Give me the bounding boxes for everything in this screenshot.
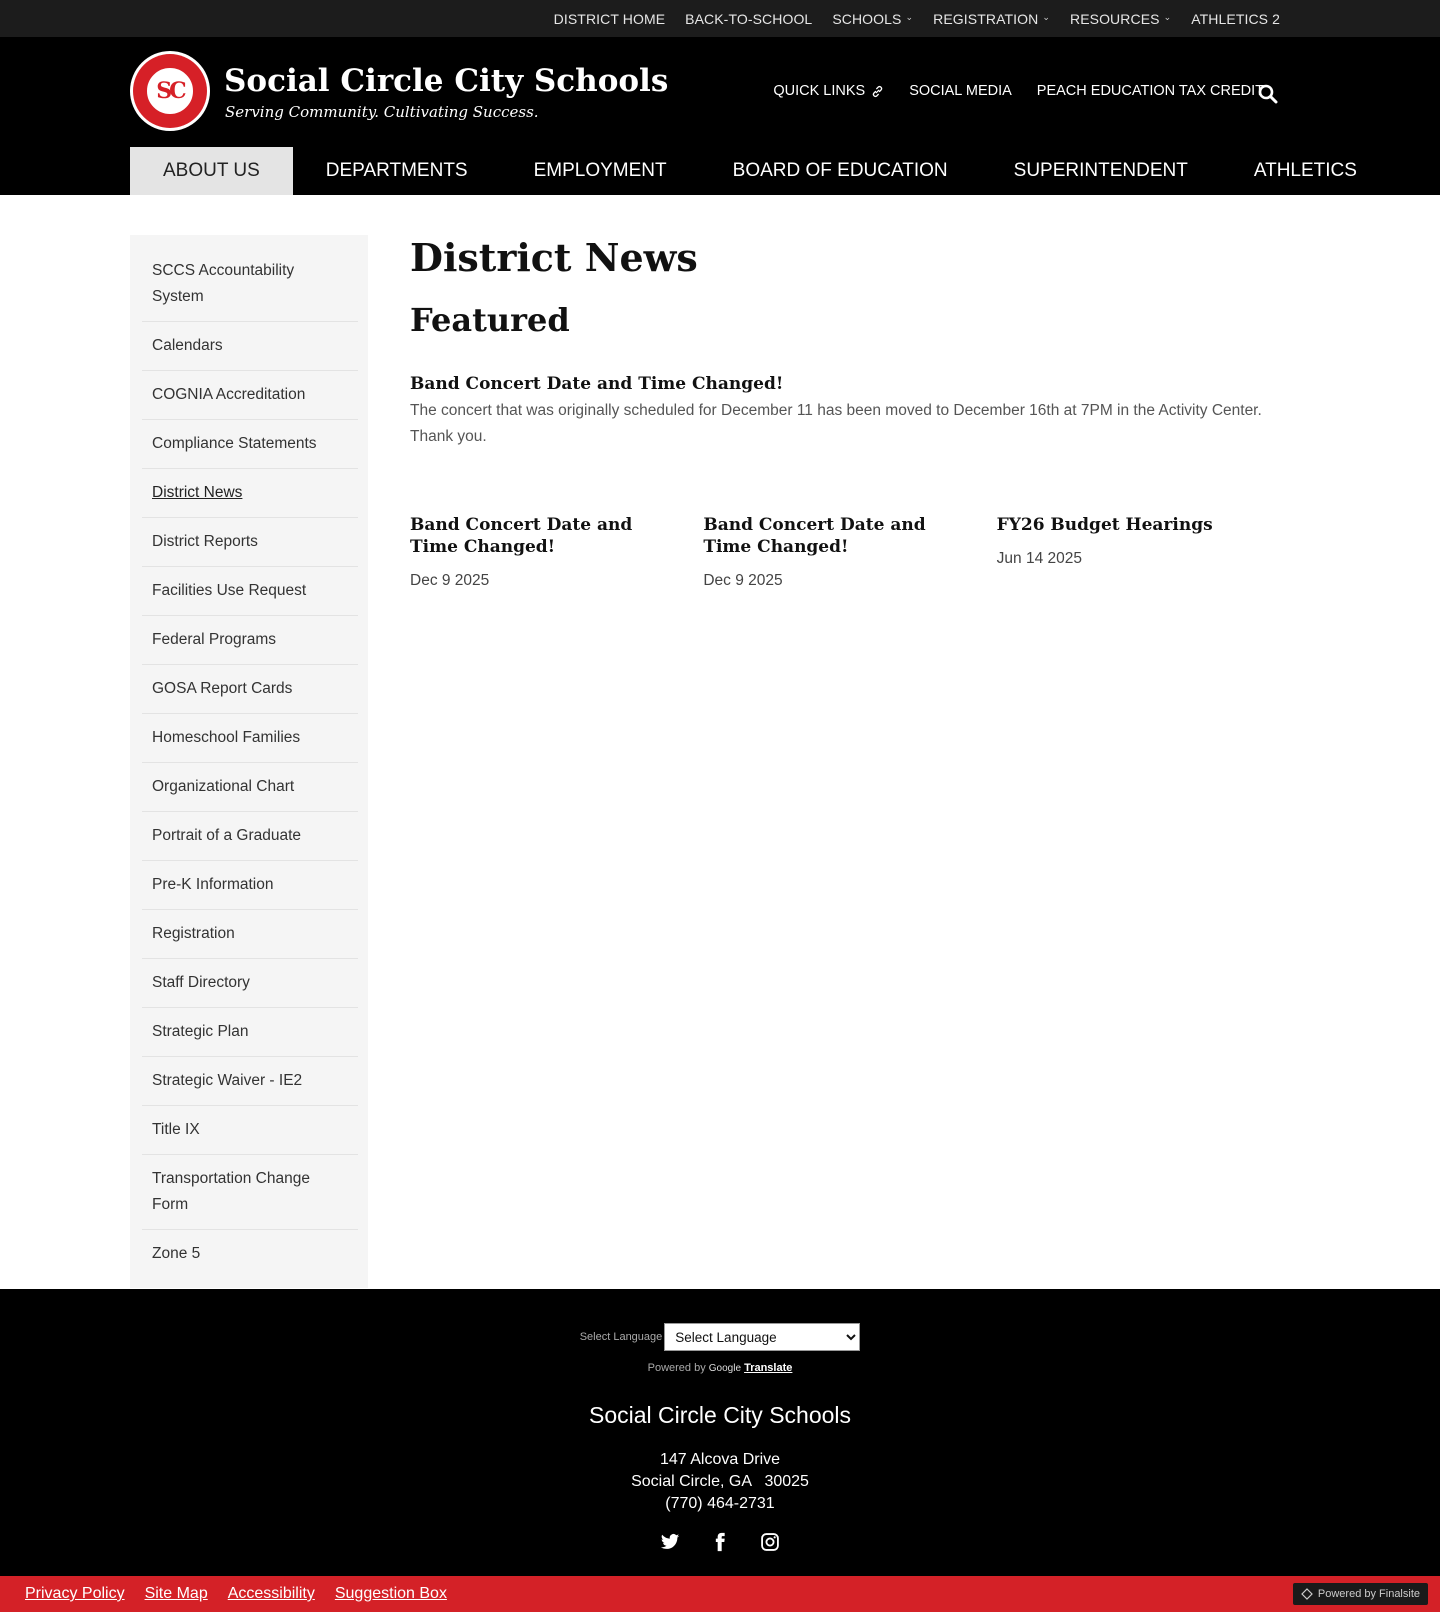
sidebar-item-registration[interactable]: Registration	[142, 910, 358, 959]
footer-bottom-bar: Privacy Policy Site Map Accessibility Su…	[0, 1576, 1440, 1612]
accessibility-link[interactable]: Accessibility	[228, 1585, 315, 1603]
site-title[interactable]: Social Circle City Schools	[224, 63, 668, 99]
instagram-icon[interactable]	[760, 1532, 780, 1552]
news-card-title[interactable]: Band Concert Date and Time Changed!	[410, 514, 679, 558]
nav-about-us[interactable]: ABOUT US	[130, 147, 293, 195]
news-card: Band Concert Date and Time Changed! Dec …	[410, 514, 703, 590]
finalsite-icon	[1301, 1588, 1313, 1600]
featured-heading: Featured	[410, 301, 570, 339]
sidebar-item-gosa-report-cards[interactable]: GOSA Report Cards	[142, 665, 358, 714]
language-select[interactable]: Select Language	[664, 1323, 861, 1351]
news-card-date: Jun 14 2025	[996, 550, 1082, 567]
logo-monogram: SC	[156, 78, 186, 104]
main-content: District News Featured Band Concert Date…	[410, 232, 1290, 590]
sidebar-item-portrait-of-a-graduate[interactable]: Portrait of a Graduate	[142, 812, 358, 861]
news-card: Band Concert Date and Time Changed! Dec …	[703, 514, 996, 590]
sidebar-item-homeschool-families[interactable]: Homeschool Families	[142, 714, 358, 763]
search-icon[interactable]	[1258, 84, 1278, 104]
nav-employment[interactable]: EMPLOYMENT	[501, 147, 700, 195]
news-card-date: Dec 9 2025	[410, 572, 490, 589]
sidebar-item-title-ix[interactable]: Title IX	[142, 1106, 358, 1155]
link-icon	[872, 85, 883, 97]
sidebar-item-staff-directory[interactable]: Staff Directory	[142, 959, 358, 1008]
sidebar-item-calendars[interactable]: Calendars	[142, 322, 358, 371]
translate-link[interactable]: Translate	[744, 1362, 792, 1374]
sidebar-item-sccs-accountability-system[interactable]: SCCS Accountability System	[142, 247, 358, 322]
nav-athletics[interactable]: ATHLETICS	[1221, 147, 1390, 195]
google-logo: Google	[708, 1363, 742, 1374]
footer-district-name: Social Circle City Schools	[588, 1402, 852, 1428]
suggestion-box-link[interactable]: Suggestion Box	[335, 1585, 447, 1603]
news-card: FY26 Budget Hearings Jun 14 2025	[997, 514, 1290, 590]
header-links: QUICK LINKS SOCIAL MEDIA PEACH EDUCATION…	[773, 83, 1264, 99]
main-nav: ABOUT US DEPARTMENTS EMPLOYMENT BOARD OF…	[130, 147, 1390, 195]
sidebar-item-district-news[interactable]: District News	[142, 469, 358, 518]
featured-article-title[interactable]: Band Concert Date and Time Changed!	[410, 374, 1290, 394]
utility-link-district-home[interactable]: DISTRICT HOME	[554, 11, 666, 27]
site-footer: Select Language Select Language Powered …	[0, 1289, 1440, 1576]
news-card-date: Dec 9 2025	[703, 572, 783, 589]
chevron-down-icon: ⌄	[1163, 12, 1172, 22]
news-list: Band Concert Date and Time Changed! Dec …	[410, 514, 1290, 590]
news-card-title[interactable]: Band Concert Date and Time Changed!	[703, 514, 972, 558]
sidebar-item-district-reports[interactable]: District Reports	[142, 518, 358, 567]
social-links	[0, 1532, 1440, 1552]
logo-inner: SC	[145, 66, 195, 116]
sidebar-item-zone-5[interactable]: Zone 5	[142, 1230, 358, 1278]
address-line-1: 147 Alcova Drive	[659, 1451, 781, 1468]
utility-link-back-to-school[interactable]: BACK-TO-SCHOOL	[685, 11, 812, 27]
quick-links-button[interactable]: QUICK LINKS	[773, 83, 884, 99]
finalsite-badge[interactable]: Powered by Finalsite	[1292, 1583, 1428, 1605]
footer-address: 147 Alcova Drive Social Circle, GA 30025…	[0, 1449, 1440, 1515]
site-tagline: Serving Community. Cultivating Success.	[225, 103, 539, 121]
social-media-button[interactable]: SOCIAL MEDIA	[909, 83, 1012, 99]
page-title: District News	[410, 235, 698, 280]
translate-label: Select Language	[579, 1331, 663, 1343]
utility-link-registration[interactable]: REGISTRATION ⌄	[933, 11, 1050, 27]
site-map-link[interactable]: Site Map	[145, 1585, 208, 1603]
utility-bar: DISTRICT HOME BACK-TO-SCHOOL SCHOOLS ⌄ RE…	[0, 0, 1440, 37]
translate-widget: Select Language Select Language	[0, 1323, 1440, 1351]
sidebar-item-transportation-change-form[interactable]: Transportation Change Form	[142, 1155, 358, 1230]
news-card-title[interactable]: FY26 Budget Hearings	[997, 514, 1266, 536]
chevron-down-icon: ⌄	[1042, 12, 1050, 22]
sidebar-item-compliance-statements[interactable]: Compliance Statements	[142, 420, 358, 469]
logo-ring: SC	[133, 54, 207, 128]
peach-tax-credit-link[interactable]: PEACH EDUCATION TAX CREDIT	[1037, 83, 1264, 99]
privacy-policy-link[interactable]: Privacy Policy	[25, 1585, 125, 1603]
sidebar-nav: SCCS Accountability System Calendars COG…	[130, 235, 368, 1288]
featured-article-body: The concert that was originally schedule…	[410, 402, 1262, 445]
utility-nav: DISTRICT HOME BACK-TO-SCHOOL SCHOOLS ⌄ RE…	[554, 0, 1280, 37]
sidebar-item-facilities-use-request[interactable]: Facilities Use Request	[142, 567, 358, 616]
site-header: SC Social Circle City Schools Serving Co…	[0, 37, 1440, 195]
sidebar-item-strategic-waiver[interactable]: Strategic Waiver - IE2	[142, 1057, 358, 1106]
district-logo[interactable]: SC	[130, 51, 210, 131]
footer-legal-links: Privacy Policy Site Map Accessibility Su…	[25, 1576, 447, 1612]
chevron-down-icon: ⌄	[905, 12, 914, 22]
sidebar-item-federal-programs[interactable]: Federal Programs	[142, 616, 358, 665]
address-line-2: Social Circle, GA 30025	[631, 1473, 809, 1490]
sidebar-item-strategic-plan[interactable]: Strategic Plan	[142, 1008, 358, 1057]
sidebar-item-cognia-accreditation[interactable]: COGNIA Accreditation	[142, 371, 358, 420]
nav-departments[interactable]: DEPARTMENTS	[293, 147, 501, 195]
utility-link-resources[interactable]: RESOURCES ⌄	[1070, 11, 1171, 27]
sidebar-item-pre-k-information[interactable]: Pre-K Information	[142, 861, 358, 910]
nav-board-of-education[interactable]: BOARD OF EDUCATION	[700, 147, 981, 195]
facebook-icon[interactable]	[710, 1532, 730, 1552]
sidebar-item-organizational-chart[interactable]: Organizational Chart	[142, 763, 358, 812]
utility-link-schools[interactable]: SCHOOLS ⌄	[832, 11, 913, 27]
google-translate-credit: Powered by Google Translate	[647, 1362, 793, 1374]
nav-superintendent[interactable]: SUPERINTENDENT	[981, 147, 1221, 195]
twitter-icon[interactable]	[660, 1532, 680, 1552]
footer-phone[interactable]: (770) 464-2731	[0, 1493, 1440, 1515]
utility-link-athletics-2[interactable]: ATHLETICS 2	[1191, 11, 1280, 27]
